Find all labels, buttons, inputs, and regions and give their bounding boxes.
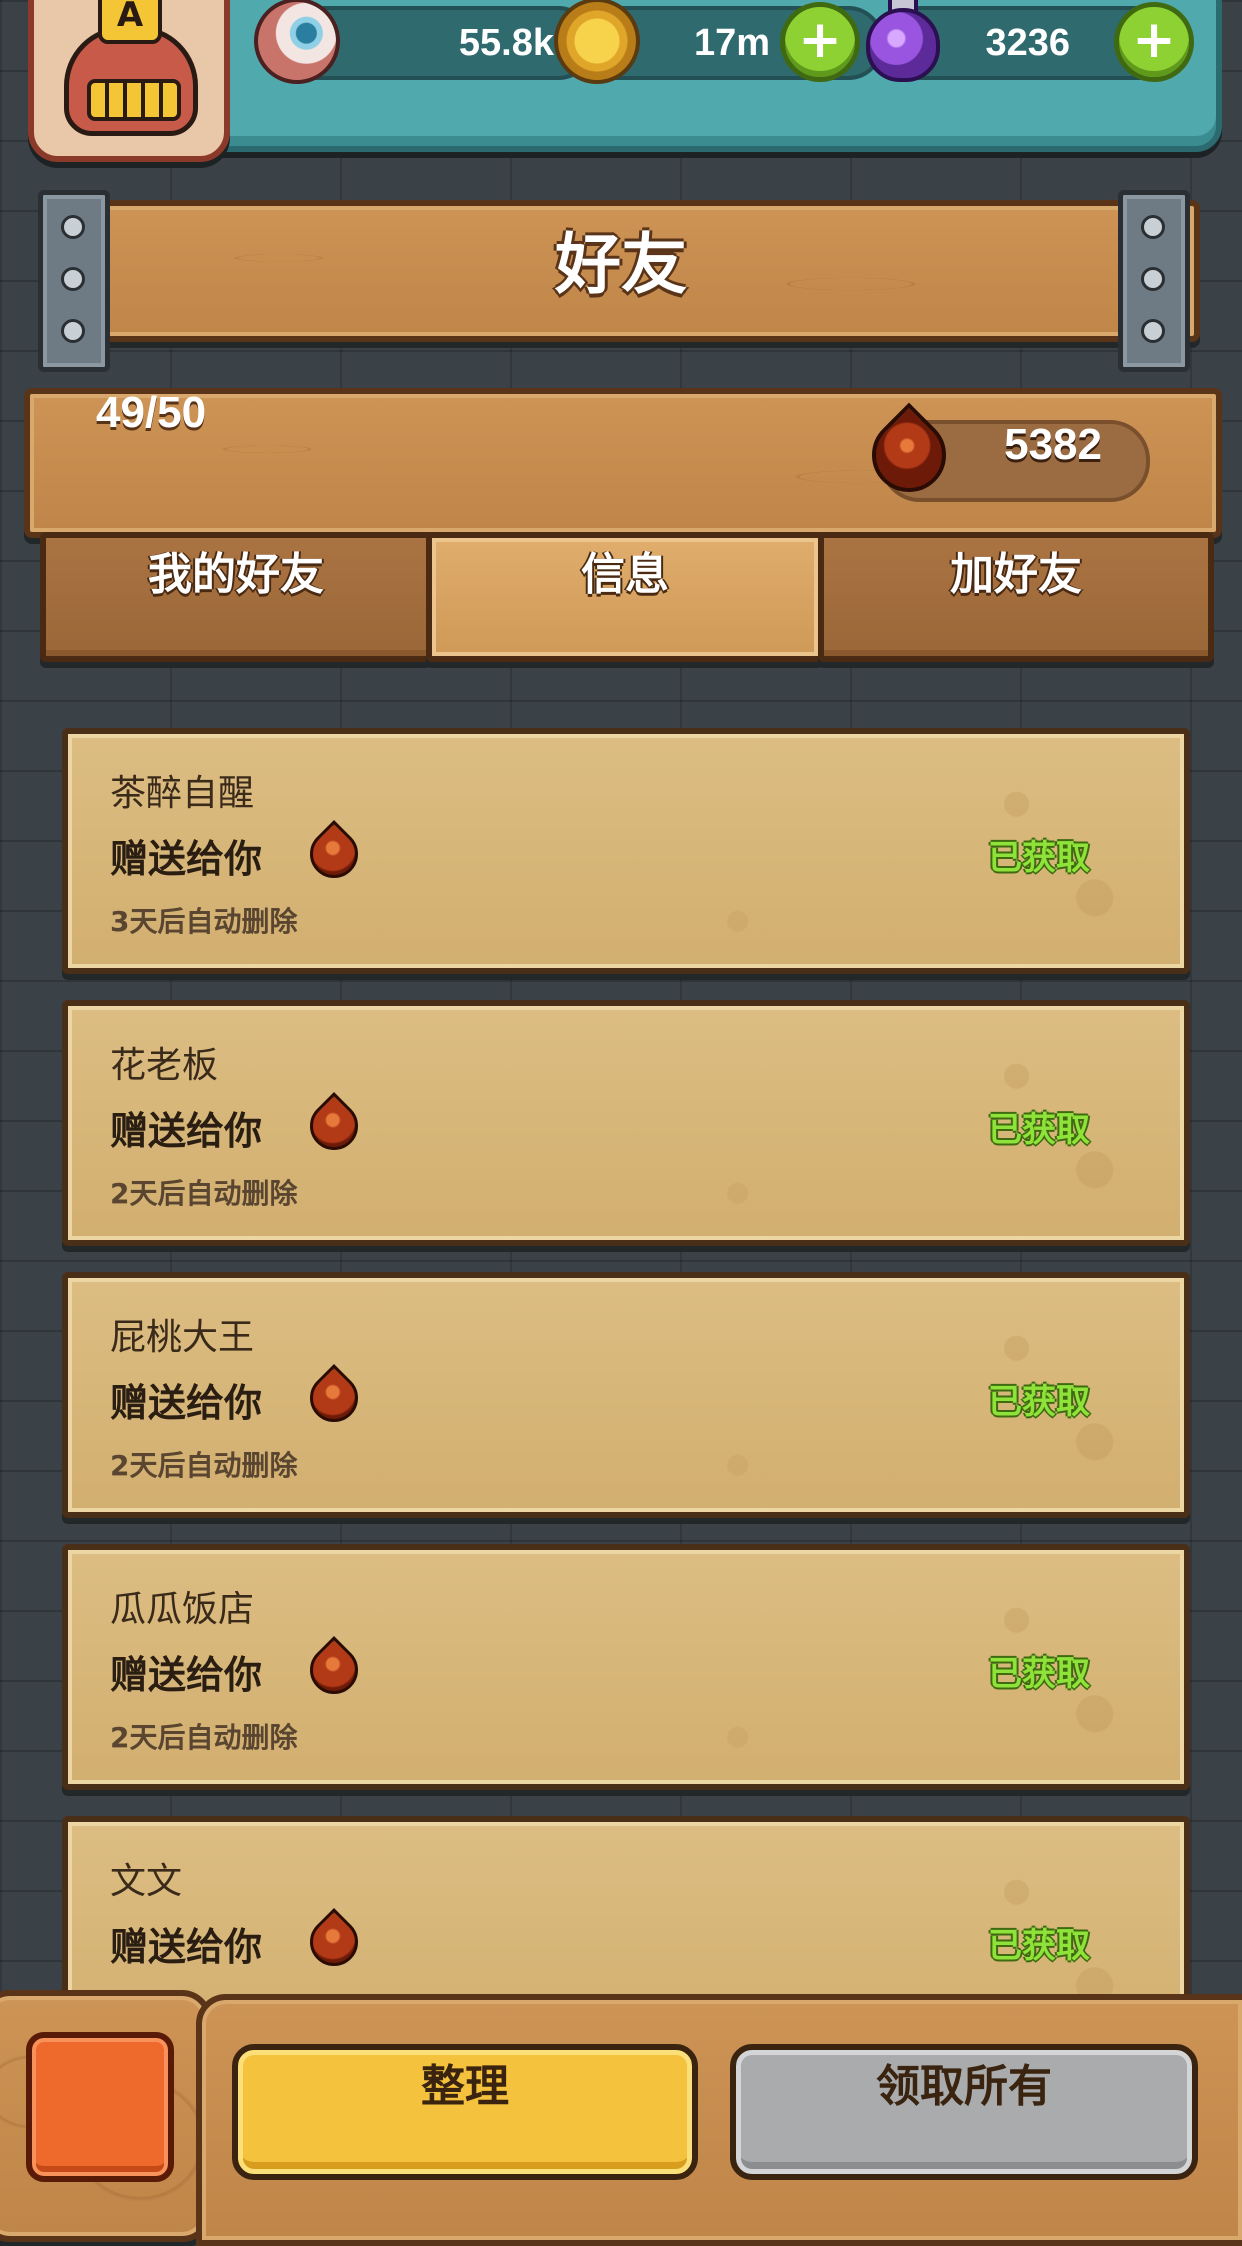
- back-button[interactable]: [26, 2032, 174, 2182]
- sender-name: 瓜瓜饭店: [110, 1589, 255, 1630]
- resource-bar: 55.8k 17m + 3236 +: [150, 0, 1222, 152]
- gift-text: 赠送给你: [110, 1381, 263, 1425]
- blood-drop-icon: [300, 1636, 368, 1704]
- tab-add-friend[interactable]: 加好友: [818, 532, 1214, 662]
- add-potions-button[interactable]: +: [1114, 2, 1194, 82]
- gift-text: 赠送给你: [110, 837, 263, 881]
- claimed-status: 已获取: [988, 1926, 1090, 1966]
- message-card[interactable]: 花老板 赠送给你 2天后自动删除 已获取: [62, 1000, 1190, 1246]
- potion-icon: [866, 8, 940, 82]
- message-card[interactable]: 瓜瓜饭店 赠送给你 2天后自动删除 已获取: [62, 1544, 1190, 1790]
- blood-drop-icon: [300, 1908, 368, 1976]
- avatar[interactable]: A: [28, 0, 230, 162]
- organize-button[interactable]: 整理: [232, 2044, 698, 2180]
- sender-name: 文文: [110, 1861, 183, 1902]
- gift-text: 赠送给你: [110, 1653, 263, 1697]
- claimed-status: 已获取: [988, 1110, 1090, 1150]
- claim-all-button[interactable]: 领取所有: [730, 2044, 1198, 2180]
- blood-drop-icon: [300, 820, 368, 888]
- tab-messages[interactable]: 信息: [426, 532, 824, 662]
- eye-icon: [254, 0, 340, 84]
- tab-my-friends[interactable]: 我的好友: [40, 532, 432, 662]
- sender-name: 花老板: [110, 1045, 219, 1086]
- claimed-status: 已获取: [988, 838, 1090, 878]
- blood-drop-icon: [300, 1364, 368, 1432]
- expire-text: 2天后自动删除: [110, 1177, 298, 1210]
- gift-text: 赠送给你: [110, 1925, 263, 1969]
- message-card[interactable]: 茶醉自醒 赠送给你 3天后自动删除 已获取: [62, 728, 1190, 974]
- message-card[interactable]: 屁桃大王 赠送给你 2天后自动删除 已获取: [62, 1272, 1190, 1518]
- rank-badge: A: [98, 0, 162, 44]
- claimed-status: 已获取: [988, 1382, 1090, 1422]
- expire-text: 2天后自动删除: [110, 1721, 298, 1754]
- coin-icon: [554, 0, 640, 84]
- expire-text: 2天后自动删除: [110, 1449, 298, 1482]
- expire-text: 3天后自动删除: [110, 905, 298, 938]
- sender-name: 茶醉自醒: [110, 773, 255, 814]
- blood-drop-icon: [300, 1092, 368, 1160]
- gift-text: 赠送给你: [110, 1109, 263, 1153]
- claimed-status: 已获取: [988, 1654, 1090, 1694]
- sender-name: 屁桃大王: [110, 1317, 255, 1358]
- add-coins-button[interactable]: +: [780, 2, 860, 82]
- potion-count: 3236: [985, 22, 1070, 64]
- eye-count: 55.8k: [458, 22, 554, 64]
- friend-count: 49/50: [96, 388, 207, 437]
- coin-count: 17m: [693, 22, 770, 64]
- page-title: 好友: [555, 226, 687, 303]
- teeth-icon: [87, 79, 181, 121]
